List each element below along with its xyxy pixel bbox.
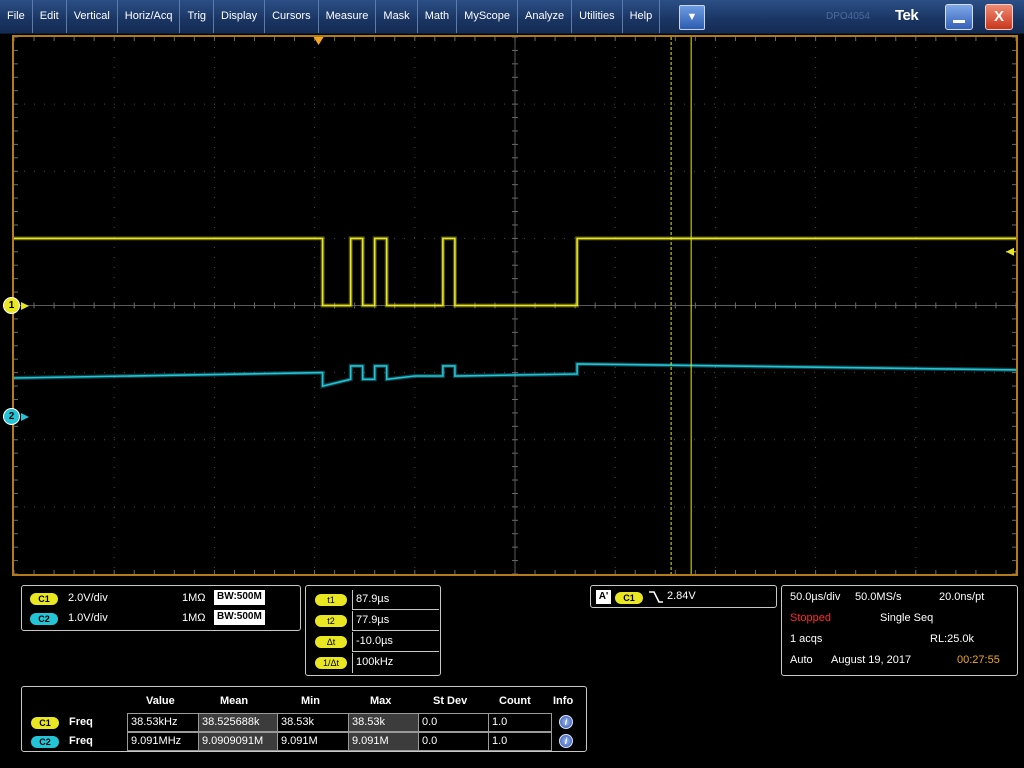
max-cell: 9.091M [348,732,418,751]
horizontal-acquisition-panel[interactable]: 50.0µs/div 50.0MS/s 20.0ns/pt Stopped Si… [781,585,1018,676]
info-icon[interactable]: i [559,734,573,748]
menu-analyze[interactable]: Analyze [518,0,573,33]
min-cell: 38.53k [277,713,348,732]
trigger-settings-panel[interactable]: A' C1 2.84V [590,585,777,608]
menu-bar: File Edit Vertical Horiz/Acq Trig Display Curs… [0,0,1024,34]
header-mean: Mean [220,695,249,707]
menu-horiz-acq[interactable]: Horiz/Acq [118,0,181,33]
trigger-source-badge: C1 [615,592,643,604]
ch1-marker-icon: 1 [3,297,20,314]
menu-measure[interactable]: Measure [319,0,377,33]
value-cell: 38.53kHz [127,713,198,732]
info-icon[interactable]: i [559,715,573,729]
c2-badge: C2 [31,736,59,748]
time-per-div: 50.0µs/div [790,591,841,603]
ch1-arrow-icon [21,302,29,310]
menu-display[interactable]: Display [214,0,266,33]
cursor-t2-label: t2 [315,615,347,627]
ch2-arrow-icon [21,413,29,421]
vertical-settings-panel[interactable]: C1 2.0V/div 1MΩ BW:500M C2 1.0V/div 1MΩ … [21,585,301,631]
measure-type: Freq [69,716,93,728]
cursor-t2-row: t2 77.9µs [306,611,442,632]
ch1-vertical-row[interactable]: C1 2.0V/div 1MΩ BW:500M [30,590,300,608]
minimize-button[interactable] [945,4,973,30]
max-cell: 38.53k [348,713,418,732]
cursor-readout-panel[interactable]: t1 87.9µs t2 77.9µs Δt -10.0µs 1/Δt 100k… [305,585,441,676]
cursor-inverse-label: 1/Δt [315,657,347,669]
ch2-vertical-row[interactable]: C2 1.0V/div 1MΩ BW:500M [30,610,300,628]
header-min: Min [301,695,320,707]
menu-myscope[interactable]: MyScope [457,0,519,33]
menu-edit[interactable]: Edit [33,0,67,33]
ch2-marker-icon: 2 [3,408,20,425]
mean-cell: 38.525688k [198,713,277,732]
menu-file[interactable]: File [0,0,33,33]
ch2-bandwidth: BW:500M [214,610,265,625]
menu-math[interactable]: Math [418,0,458,33]
measure-type: Freq [69,735,93,747]
menu-help[interactable]: Help [623,0,661,33]
menu-mask[interactable]: Mask [376,0,418,33]
menu-dropdown-button[interactable]: ▼ [679,5,705,30]
ch2-scale: 1.0V/div [68,612,108,624]
resolution: 20.0ns/pt [939,591,985,603]
menu-vertical[interactable]: Vertical [67,0,118,33]
cursor-inverse-value: 100kHz [352,653,439,673]
measurement-table[interactable]: Value Mean Min Max St Dev Count Info C1 … [21,686,587,752]
acquisition-time: 00:27:55 [957,654,1000,666]
stdev-cell: 0.0 [418,713,488,732]
cursor-t1-value: 87.9µs [352,590,439,610]
count-cell: 1.0 [488,732,552,751]
menu-trig[interactable]: Trig [180,0,215,33]
header-info: Info [553,695,574,707]
cursor-delta-row: Δt -10.0µs [306,632,442,653]
header-max: Max [370,695,392,707]
stdev-cell: 0.0 [418,732,488,751]
c1-badge: C1 [31,717,59,729]
close-button[interactable]: X [985,4,1013,30]
record-length: RL:25.0k [930,633,975,645]
ch1-impedance: 1MΩ [182,592,206,604]
ch2-impedance: 1MΩ [182,612,206,624]
value-cell: 9.091MHz [127,732,198,751]
trace-markers [313,37,1016,256]
acquisition-date: August 19, 2017 [831,654,912,666]
cursor-t1-label: t1 [315,594,347,606]
tek-logo: Tek [895,7,919,24]
cursor-delta-value: -10.0µs [352,632,439,652]
cursor-t2-value: 77.9µs [352,611,439,631]
ch1-scale: 2.0V/div [68,592,108,604]
falling-edge-icon [649,591,663,603]
acquisition-mode: Single Seq [880,612,934,624]
menu-utilities[interactable]: Utilities [572,0,623,33]
run-state: Stopped [790,612,831,624]
cursor-t1-row: t1 87.9µs [306,590,442,611]
trigger-mode: Auto [790,654,813,666]
trigger-mode-label: A' [596,590,611,604]
ch1-badge: C1 [30,593,58,605]
header-count: Count [499,695,531,707]
sample-rate: 50.0MS/s [855,591,902,603]
acquisition-count: 1 acqs [790,633,823,645]
count-cell: 1.0 [488,713,552,732]
trigger-level: 2.84V [667,590,696,602]
menu-cursors[interactable]: Cursors [265,0,319,33]
cursor-delta-label: Δt [315,636,347,648]
header-value: Value [146,695,175,707]
minimize-icon [953,20,965,23]
trigger-position-icon [313,37,324,45]
cursor-inverse-row: 1/Δt 100kHz [306,653,442,674]
waveform-display[interactable] [14,37,1016,574]
menu-items: File Edit Vertical Horiz/Acq Trig Display Curs… [0,0,661,33]
min-cell: 9.091M [277,732,348,751]
model-label: DPO4054 [826,11,870,22]
mean-cell: 9.0909091M [198,732,277,751]
table-row[interactable]: C1 Freq 38.53kHz 38.525688k 38.53k 38.53… [22,713,588,732]
ch2-badge: C2 [30,613,58,625]
header-stdev: St Dev [433,695,468,707]
ch1-bandwidth: BW:500M [214,590,265,605]
table-row[interactable]: C2 Freq 9.091MHz 9.0909091M 9.091M 9.091… [22,732,588,751]
